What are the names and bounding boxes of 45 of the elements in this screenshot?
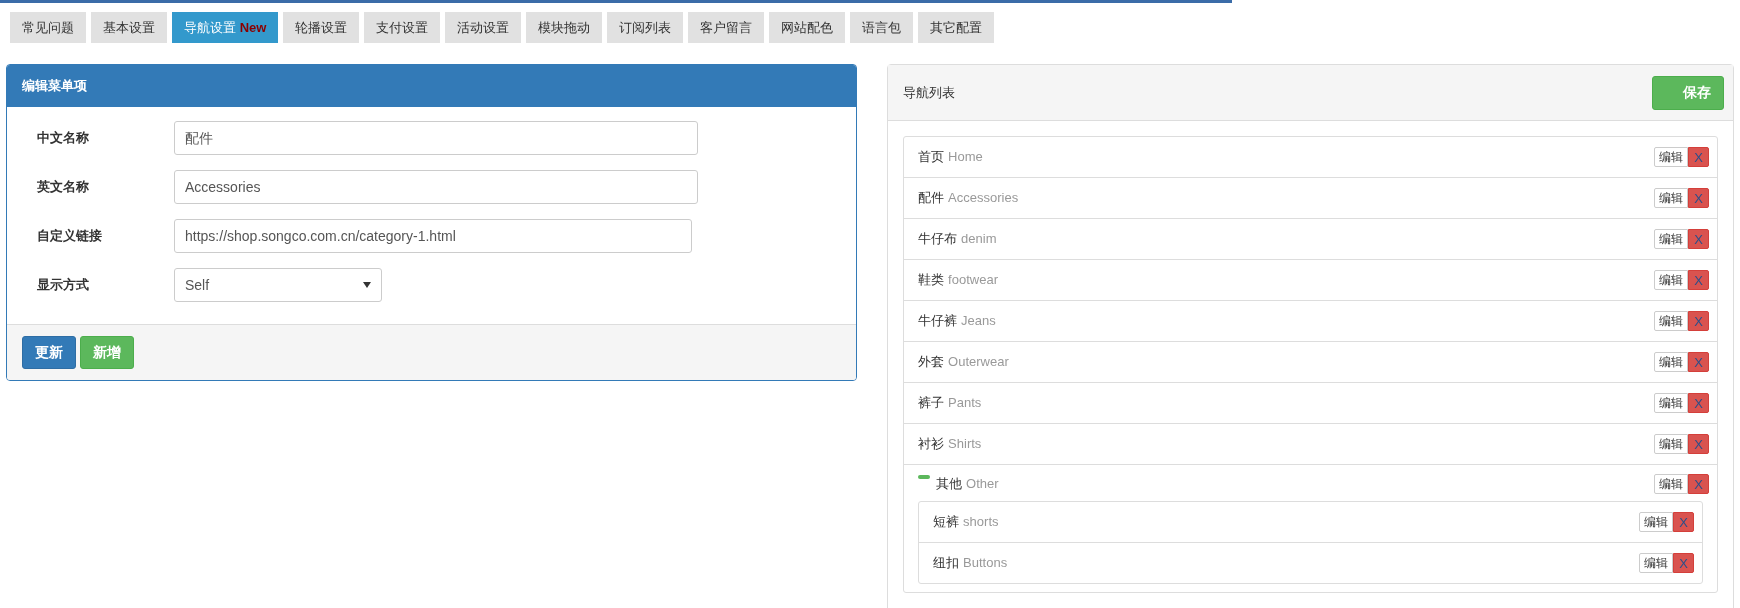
nav-item-label: 配件 Accessories <box>918 189 1019 208</box>
edit-button[interactable]: 编辑 <box>1654 434 1689 454</box>
field-label: 自定义链接 <box>37 227 103 246</box>
panel-title: 导航列表 <box>903 83 956 102</box>
tab[interactable]: 网站配色 <box>769 12 846 43</box>
update-button[interactable]: 更新 <box>22 336 76 369</box>
display-mode-select[interactable]: Self <box>174 268 382 302</box>
edit-button[interactable]: 编辑 <box>1654 311 1689 331</box>
tab[interactable]: 其它配置 <box>918 12 995 43</box>
edit-button[interactable]: 编辑 <box>1654 229 1689 249</box>
nav-item-label: 衬衫 Shirts <box>918 435 982 454</box>
edit-button[interactable]: 编辑 <box>1654 352 1689 372</box>
caret-icon <box>363 282 371 288</box>
nav-item-label: 短裤 shorts <box>933 513 999 532</box>
edit-button[interactable]: 编辑 <box>1654 147 1689 167</box>
nav-item-label: 其他 Other <box>936 475 999 494</box>
input-field[interactable]: 配件 <box>174 121 698 155</box>
nav-item-label: 裤子 Pants <box>918 394 982 413</box>
tab[interactable]: 常见问题 <box>10 12 86 43</box>
input-field[interactable]: https://shop.songco.com.cn/category-1.html <box>174 219 692 253</box>
field-label: 显示方式 <box>37 276 90 295</box>
tab[interactable]: 活动设置 <box>445 12 522 43</box>
tab[interactable]: 轮播设置 <box>283 12 360 43</box>
nav-item-label: 牛仔裤 Jeans <box>918 312 996 331</box>
nav-item-label: 鞋类 footwear <box>918 271 998 290</box>
tab[interactable]: 订阅列表 <box>607 12 684 43</box>
tab[interactable]: 基本设置 <box>91 12 167 43</box>
nav-item-label: 牛仔布 denim <box>918 230 997 249</box>
panel-title: 编辑菜单项 <box>22 77 87 96</box>
tab[interactable]: 语言包 <box>850 12 914 43</box>
edit-button[interactable]: 编辑 <box>1654 188 1689 208</box>
nav-item-label: 外套 Outerwear <box>918 353 1009 372</box>
tab[interactable]: 模块拖动 <box>526 12 603 43</box>
tab[interactable]: 客户留言 <box>688 12 765 43</box>
edit-button[interactable]: 编辑 <box>1654 474 1689 494</box>
field-label: 中文名称 <box>37 129 90 148</box>
edit-button[interactable]: 编辑 <box>1639 553 1674 573</box>
input-field[interactable]: Accessories <box>174 170 698 204</box>
tab[interactable]: 支付设置 <box>364 12 441 43</box>
edit-button[interactable]: 编辑 <box>1639 512 1674 532</box>
nav-item-label: 纽扣 Buttons <box>933 554 1008 573</box>
field-label: 英文名称 <box>37 178 90 197</box>
edit-button[interactable]: 编辑 <box>1654 393 1689 413</box>
nav-item-label: 首页 Home <box>918 148 983 167</box>
edit-button[interactable]: 编辑 <box>1654 270 1689 290</box>
